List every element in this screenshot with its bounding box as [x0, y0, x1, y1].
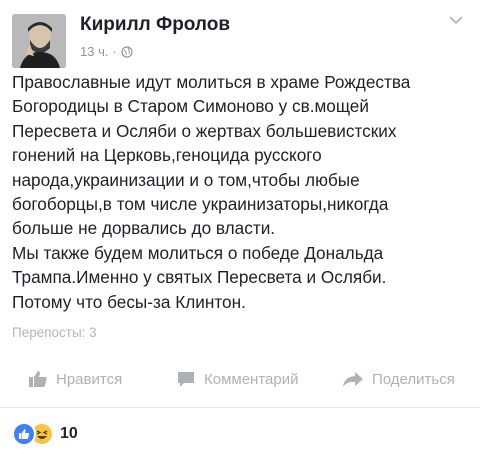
share-button[interactable]: Поделиться	[342, 370, 455, 388]
avatar-photo	[12, 14, 66, 68]
like-label: Нравится	[56, 370, 123, 388]
share-label: Поделиться	[372, 370, 455, 388]
post-text: Православные идут молиться в храме Рожде…	[12, 70, 470, 314]
post-text-line: Мы также будем молиться о победе Дональд…	[12, 242, 384, 263]
post-text-line: Богородицы в Старом Симоново у св.мощей	[12, 96, 369, 117]
share-arrow-icon	[343, 372, 363, 387]
post-text-line: больше не дорвались до власти.	[12, 218, 276, 239]
thumbs-up-icon	[29, 371, 47, 387]
divider	[0, 407, 480, 408]
post-text-line: Пересвета и Осляби о жертвах большевистс…	[12, 120, 397, 141]
post-text-line: Трампа.Именно у святых Пересвета и Осляб…	[12, 267, 387, 288]
author-name[interactable]: Кирилл Фролов	[80, 14, 230, 36]
comment-label: Комментарий	[204, 370, 299, 388]
globe-icon	[121, 45, 133, 58]
action-bar: Нравится Комментарий Поделиться	[0, 362, 480, 402]
post-text-line: народа,украинизации и о том,чтобы любые	[12, 169, 360, 190]
like-button[interactable]: Нравится	[28, 370, 122, 388]
comment-button[interactable]: Комментарий	[176, 370, 298, 388]
reposts-count[interactable]: Перепосты: 3	[12, 325, 97, 340]
post-header: Кирилл Фролов 13 ч. ·	[12, 10, 468, 68]
post-text-line: Православные идут молиться в храме Рожде…	[12, 72, 411, 92]
like-reaction-icon	[12, 422, 36, 446]
post-time[interactable]: 13 ч.	[80, 44, 108, 59]
comment-icon	[178, 372, 194, 387]
chevron-down-icon[interactable]	[448, 14, 464, 26]
post-meta: 13 ч. ·	[80, 44, 133, 59]
post-text-line: гонений на Церковь,геноцида русского	[12, 145, 322, 166]
author-avatar[interactable]	[12, 14, 66, 68]
meta-separator: ·	[112, 44, 117, 59]
post-text-line: Потому что бесы-за Клинтон.	[12, 291, 246, 312]
reactions-summary[interactable]: 10	[12, 422, 78, 446]
reaction-count: 10	[60, 425, 78, 442]
post-text-line: богоборцы,в том числе украинизаторы,нико…	[12, 194, 389, 215]
